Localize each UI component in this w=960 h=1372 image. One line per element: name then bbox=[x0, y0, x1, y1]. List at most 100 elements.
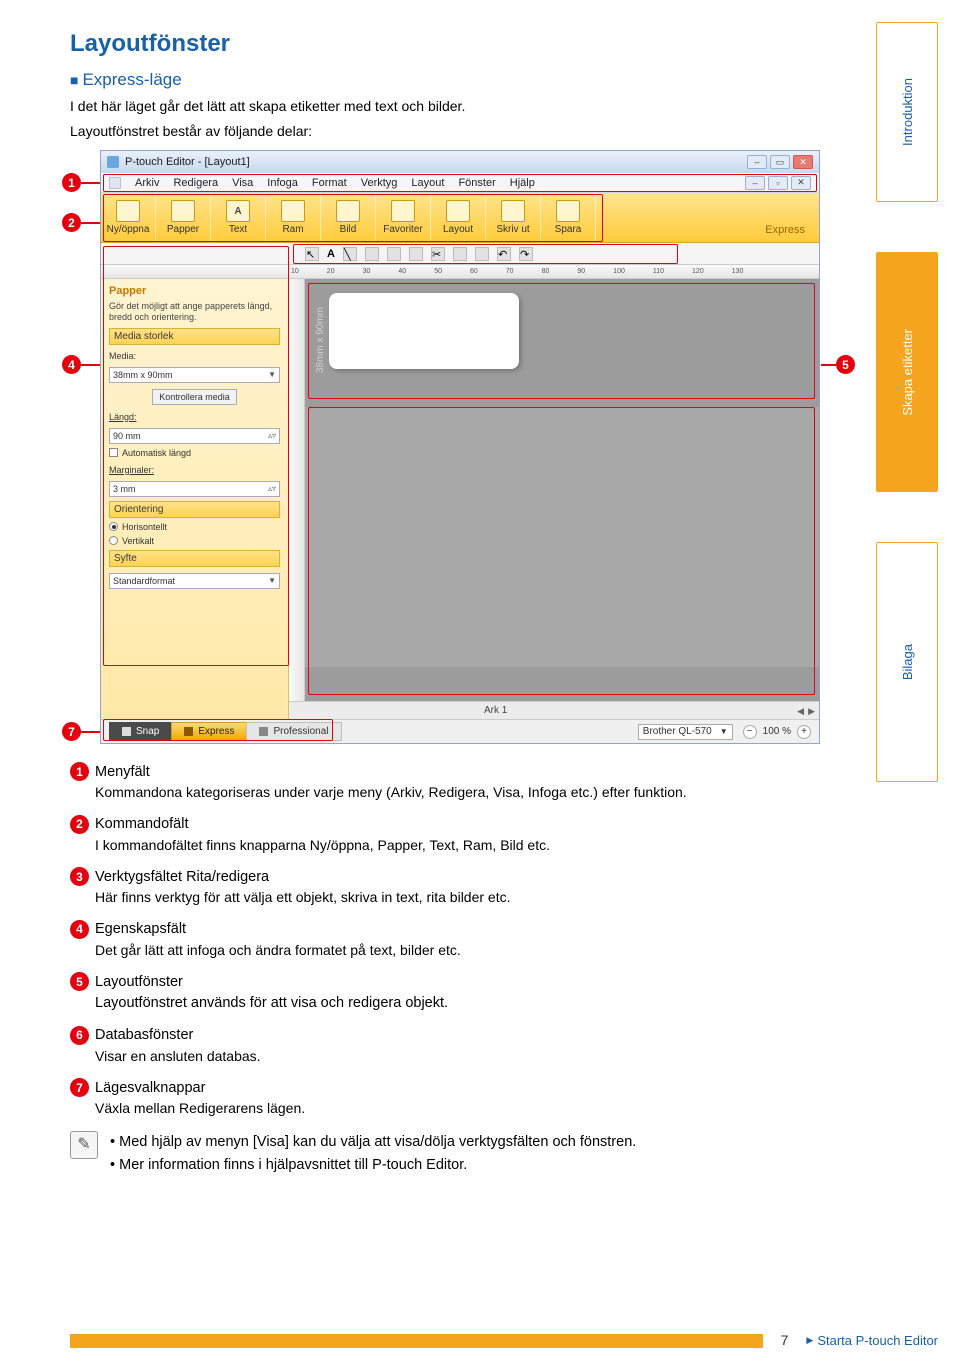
tool-text-icon[interactable]: A bbox=[327, 248, 335, 260]
cmd-ram[interactable]: Ram bbox=[266, 193, 321, 242]
callout-4: 4 bbox=[62, 355, 81, 374]
zoom-value: 100 % bbox=[763, 726, 791, 737]
tool-undo-icon[interactable]: ↶ bbox=[497, 247, 511, 261]
screenshot: P-touch Editor - [Layout1] – ▭ ✕ Arkiv R… bbox=[100, 150, 820, 744]
sheet-tab-bar: Ark 1 ◀▶ bbox=[289, 701, 819, 719]
callout-2: 2 bbox=[62, 213, 81, 232]
close-button[interactable]: ✕ bbox=[793, 155, 813, 169]
legend-num-4: 4 bbox=[70, 920, 89, 939]
intro-line-2: Layoutfönstret består av följande delar: bbox=[70, 121, 890, 142]
note-1: Med hjälp av menyn [Visa] kan du välja a… bbox=[110, 1131, 636, 1154]
purpose-select[interactable]: Standardformat▼ bbox=[109, 573, 280, 589]
cmd-favoriter[interactable]: Favoriter bbox=[376, 193, 431, 242]
media-select[interactable]: 38mm x 90mm▼ bbox=[109, 367, 280, 383]
label-dimension-text: 38mm x 90mm bbox=[315, 307, 326, 373]
horizontal-ruler: 102030405060708090100110120130 bbox=[101, 265, 819, 279]
tool-image-icon[interactable] bbox=[387, 247, 401, 261]
media-label: Media: bbox=[109, 351, 153, 361]
cmd-skrivut[interactable]: Skriv ut bbox=[486, 193, 541, 242]
sheet-tab-1[interactable]: Ark 1 bbox=[484, 705, 507, 716]
length-label: Längd: bbox=[109, 412, 280, 422]
menu-redigera[interactable]: Redigera bbox=[173, 177, 218, 189]
cmd-spara[interactable]: Spara bbox=[541, 193, 596, 242]
properties-panel: Papper Gör det möjligt att ange papperet… bbox=[101, 279, 289, 719]
menu-arkiv[interactable]: Arkiv bbox=[135, 177, 159, 189]
printer-select[interactable]: Brother QL-570▼ bbox=[638, 724, 733, 740]
cmd-text[interactable]: AText bbox=[211, 193, 266, 242]
orientation-vertical-radio[interactable]: Vertikalt bbox=[109, 536, 280, 546]
database-zone bbox=[305, 407, 819, 667]
menu-verktyg[interactable]: Verktyg bbox=[361, 177, 398, 189]
menu-layout[interactable]: Layout bbox=[411, 177, 444, 189]
legend-num-7: 7 bbox=[70, 1078, 89, 1097]
mode-tab-express[interactable]: Express bbox=[171, 722, 247, 741]
mode-heading: Express-läge bbox=[70, 70, 890, 90]
side-tab-bilaga[interactable]: Bilaga bbox=[876, 542, 938, 782]
cmd-bild[interactable]: Bild bbox=[321, 193, 376, 242]
props-hint: Gör det möjligt att ange papperets längd… bbox=[109, 301, 280, 324]
menu-bar: Arkiv Redigera Visa Infoga Format Verkty… bbox=[101, 173, 819, 193]
legend-num-6: 6 bbox=[70, 1026, 89, 1045]
accordion-media[interactable]: Media storlek bbox=[109, 328, 280, 345]
tool-copy-icon[interactable] bbox=[453, 247, 467, 261]
page-footer: 7 Starta P-touch Editor bbox=[70, 1332, 938, 1348]
legend: 1Menyfält Kommandona kategoriseras under… bbox=[70, 762, 890, 1119]
vertical-ruler bbox=[289, 279, 305, 719]
legend-num-5: 5 bbox=[70, 972, 89, 991]
tool-barcode-icon[interactable] bbox=[409, 247, 423, 261]
tool-redo-icon[interactable]: ↷ bbox=[519, 247, 533, 261]
orientation-horizontal-radio[interactable]: Horisontellt bbox=[109, 522, 280, 532]
accordion-purpose[interactable]: Syfte bbox=[109, 550, 280, 567]
props-title: Papper bbox=[109, 285, 280, 297]
side-tab-introduktion[interactable]: Introduktion bbox=[876, 22, 938, 202]
legend-num-2: 2 bbox=[70, 815, 89, 834]
child-close-button[interactable]: ✕ bbox=[791, 176, 811, 190]
note-2: Mer information finns i hjälpavsnittet t… bbox=[110, 1154, 636, 1177]
child-restore-button[interactable]: ▫ bbox=[768, 176, 788, 190]
tool-rect-icon[interactable] bbox=[365, 247, 379, 261]
maximize-button[interactable]: ▭ bbox=[770, 155, 790, 169]
menu-fonster[interactable]: Fönster bbox=[458, 177, 495, 189]
mode-tab-snap[interactable]: Snap bbox=[109, 722, 172, 741]
zoom-out-button[interactable]: − bbox=[743, 725, 757, 739]
zoom-in-button[interactable]: + bbox=[797, 725, 811, 739]
menu-infoga[interactable]: Infoga bbox=[267, 177, 298, 189]
menu-visa[interactable]: Visa bbox=[232, 177, 253, 189]
menu-format[interactable]: Format bbox=[312, 177, 347, 189]
tool-cut-icon[interactable]: ✂ bbox=[431, 247, 445, 261]
legend-num-3: 3 bbox=[70, 867, 89, 886]
window-title: P-touch Editor - [Layout1] bbox=[125, 156, 250, 168]
page-title: Layoutfönster bbox=[70, 30, 890, 58]
check-media-button[interactable]: Kontrollera media bbox=[152, 389, 237, 405]
note-icon: ✎ bbox=[70, 1131, 98, 1159]
footer-bar bbox=[70, 1334, 763, 1348]
layout-canvas[interactable]: 38mm x 90mm Ark 1 ◀▶ bbox=[289, 279, 819, 719]
accordion-orientation[interactable]: Orientering bbox=[109, 501, 280, 518]
menu-hjalp[interactable]: Hjälp bbox=[510, 177, 535, 189]
margins-label: Marginaler: bbox=[109, 465, 280, 475]
doc-icon bbox=[109, 177, 121, 189]
footer-link[interactable]: Starta P-touch Editor bbox=[806, 1333, 938, 1348]
page-number: 7 bbox=[781, 1332, 789, 1348]
side-tab-skapa-etiketter[interactable]: Skapa etiketter bbox=[876, 252, 938, 492]
app-icon bbox=[107, 156, 119, 168]
margins-input[interactable]: 3 mm▵▿ bbox=[109, 481, 280, 497]
cmd-papper[interactable]: Papper bbox=[156, 193, 211, 242]
cmd-layout[interactable]: Layout bbox=[431, 193, 486, 242]
tool-paste-icon[interactable] bbox=[475, 247, 489, 261]
cmd-ny-oppna[interactable]: Ny/öppna bbox=[101, 193, 156, 242]
label-preview[interactable] bbox=[329, 293, 519, 369]
mode-tab-professional[interactable]: Professional bbox=[246, 722, 341, 741]
minimize-button[interactable]: – bbox=[747, 155, 767, 169]
window-titlebar: P-touch Editor - [Layout1] – ▭ ✕ bbox=[101, 151, 819, 173]
command-bar: Ny/öppna Papper AText Ram Bild Favoriter… bbox=[101, 193, 819, 243]
auto-length-checkbox[interactable]: Automatisk längd bbox=[109, 448, 280, 458]
mode-switcher: Snap Express Professional bbox=[109, 722, 341, 741]
child-minimize-button[interactable]: – bbox=[745, 176, 765, 190]
tool-pointer-icon[interactable]: ↖ bbox=[305, 247, 319, 261]
callout-7: 7 bbox=[62, 722, 81, 741]
side-tab-nav: Introduktion Skapa etiketter Bilaga bbox=[876, 22, 938, 782]
callout-5: 5 bbox=[836, 355, 855, 374]
tool-line-icon[interactable]: ╲ bbox=[343, 247, 357, 261]
length-input[interactable]: 90 mm▵▿ bbox=[109, 428, 280, 444]
